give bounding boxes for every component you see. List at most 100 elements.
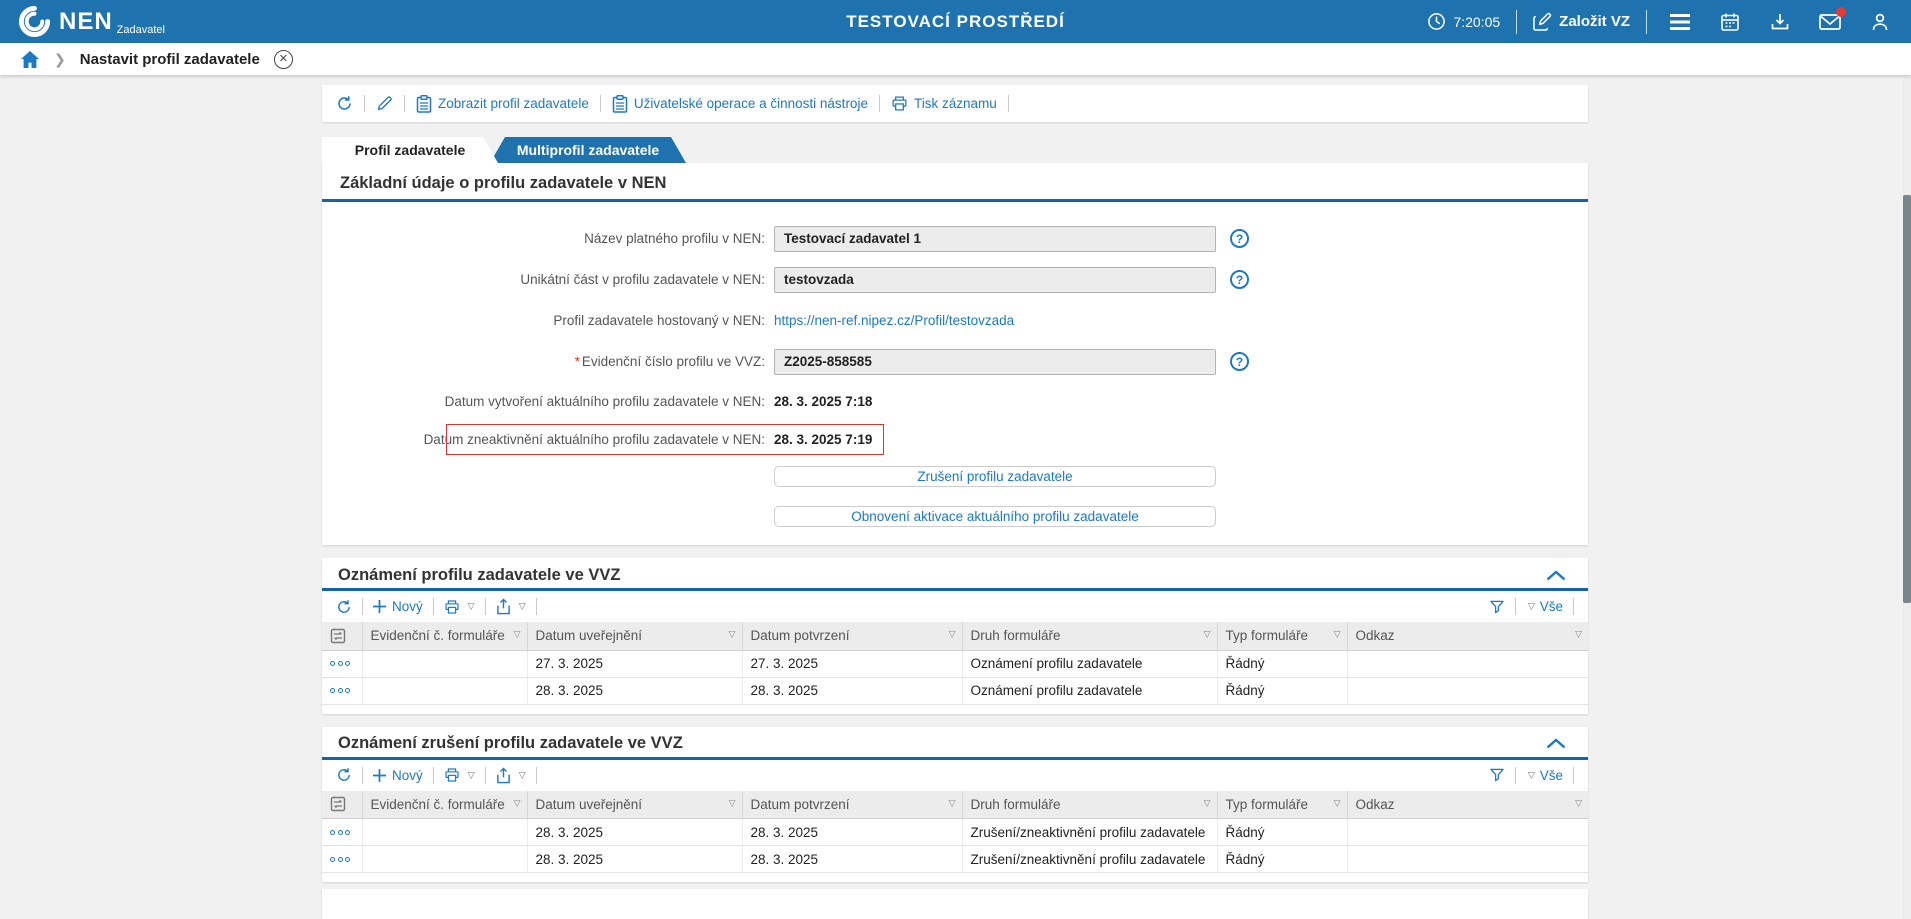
filter-caret-icon[interactable]: ▽	[949, 798, 956, 809]
row-menu-button[interactable]	[330, 857, 354, 862]
help-icon[interactable]: ?	[1230, 270, 1249, 289]
refresh-button[interactable]	[336, 95, 353, 112]
filter-caret-icon[interactable]: ▽	[1334, 798, 1341, 809]
vvz-notices-panel: Oznámení profilu zadavatele ve VVZ Nový …	[322, 558, 1588, 714]
table-row[interactable]: 28. 3. 2025 28. 3. 2025 Zrušení/zneaktiv…	[322, 819, 1588, 846]
column-header[interactable]: Typ formuláře▽	[1217, 622, 1347, 650]
export-menu-button[interactable]: ▽	[496, 598, 526, 615]
column-header[interactable]: Datum uveřejnění▽	[527, 622, 742, 650]
create-vz-button[interactable]: Založit VZ	[1533, 12, 1630, 31]
close-page-button[interactable]: ✕	[274, 50, 293, 69]
app-header: NEN Zadavatel TESTOVACÍ PROSTŘEDÍ 7:20:0…	[0, 0, 1911, 43]
download-icon	[1770, 12, 1790, 32]
create-vz-label: Založit VZ	[1559, 13, 1630, 30]
table-row[interactable]: 27. 3. 2025 27. 3. 2025 Oznámení profilu…	[322, 650, 1588, 677]
view-all-dropdown[interactable]: ▽ Vše	[1526, 599, 1563, 614]
cancel-profile-button[interactable]: Zrušení profilu zadavatele	[774, 466, 1216, 487]
column-header[interactable]: Evidenční č. formuláře▽	[362, 791, 527, 819]
refresh-button[interactable]	[336, 599, 352, 615]
column-header[interactable]: Datum potvrzení▽	[742, 791, 962, 819]
filter-caret-icon[interactable]: ▽	[1204, 798, 1211, 809]
profile-actions: Zrušení profilu zadavatele Obnovení akti…	[774, 466, 1588, 527]
help-icon[interactable]: ?	[1230, 229, 1249, 248]
vertical-scrollbar[interactable]	[1903, 75, 1911, 919]
help-icon[interactable]: ?	[1230, 352, 1249, 371]
filter-button[interactable]	[1489, 767, 1505, 783]
unikatni-cast-input[interactable]: testovzada	[774, 267, 1216, 293]
table-row[interactable]: 28. 3. 2025 28. 3. 2025 Oznámení profilu…	[322, 677, 1588, 704]
printer-icon	[891, 95, 908, 112]
download-button[interactable]	[1763, 5, 1797, 39]
print-menu-button[interactable]: ▽	[444, 767, 475, 783]
user-operations-label: Uživatelské operace a činnosti nástroje	[634, 96, 868, 111]
column-header[interactable]: Druh formuláře▽	[962, 622, 1217, 650]
new-button-label: Nový	[392, 599, 423, 614]
filter-caret-icon[interactable]: ▽	[514, 798, 521, 809]
filter-button[interactable]	[1489, 599, 1505, 615]
column-header[interactable]: Odkaz▽	[1347, 622, 1588, 650]
form-row-datum-zneaktivneni: Datum zneaktivnění aktuálního profilu za…	[322, 420, 1588, 458]
row-menu-button[interactable]	[330, 830, 354, 835]
column-header[interactable]: Odkaz▽	[1347, 791, 1588, 819]
filter-caret-icon[interactable]: ▽	[514, 629, 521, 640]
view-all-dropdown[interactable]: ▽ Vše	[1526, 768, 1563, 783]
restore-activation-button[interactable]: Obnovení aktivace aktuálního profilu zad…	[774, 506, 1216, 527]
filter-caret-icon[interactable]: ▽	[1575, 798, 1582, 809]
filter-caret-icon[interactable]: ▽	[729, 798, 736, 809]
column-header[interactable]: Datum potvrzení▽	[742, 622, 962, 650]
column-header[interactable]: Druh formuláře▽	[962, 791, 1217, 819]
scrollbar-thumb[interactable]	[1903, 195, 1911, 603]
home-button[interactable]	[20, 50, 40, 69]
form-row-nazev: Název platného profilu v NEN: Testovací …	[322, 218, 1588, 259]
print-menu-button[interactable]: ▽	[444, 599, 475, 615]
filter-caret-icon[interactable]: ▽	[949, 629, 956, 640]
chevron-right-icon: ❯	[54, 51, 66, 68]
column-header[interactable]: Datum uveřejnění▽	[527, 791, 742, 819]
server-time: 7:20:05	[1427, 12, 1500, 31]
clipboard-icon	[416, 95, 432, 113]
menu-icon	[1669, 13, 1691, 31]
toolbar-separator	[362, 767, 363, 784]
form-row-datum-vytvoreni: Datum vytvoření aktuálního profilu zadav…	[322, 382, 1588, 420]
toolbar-separator	[362, 598, 363, 615]
tab-multiprofil-zadavatele[interactable]: Multiprofil zadavatele	[490, 137, 686, 163]
edit-record-button[interactable]	[376, 95, 393, 112]
export-menu-button[interactable]: ▽	[496, 767, 526, 784]
dropdown-caret-icon: ▽	[1528, 770, 1535, 781]
view-all-label: Vše	[1540, 599, 1563, 614]
refresh-button[interactable]	[336, 767, 352, 783]
nazev-profilu-input[interactable]: Testovací zadavatel 1	[774, 226, 1216, 252]
column-header[interactable]: Evidenční č. formuláře▽	[362, 622, 527, 650]
column-settings-button[interactable]	[322, 622, 362, 650]
menu-button[interactable]	[1663, 5, 1697, 39]
row-menu-button[interactable]	[330, 661, 354, 666]
toolbar-separator	[536, 598, 537, 615]
row-menu-button[interactable]	[330, 688, 354, 693]
mail-button[interactable]	[1813, 5, 1847, 39]
print-record-link[interactable]: Tisk záznamu	[891, 95, 997, 112]
toolbar-separator	[433, 598, 434, 615]
toolbar-separator	[1515, 767, 1516, 784]
filter-caret-icon[interactable]: ▽	[1204, 629, 1211, 640]
user-button[interactable]	[1863, 5, 1897, 39]
next-section-panel	[322, 889, 1588, 919]
tab-profil-zadavatele[interactable]: Profil zadavatele	[322, 137, 498, 163]
calendar-button[interactable]	[1713, 5, 1747, 39]
filter-caret-icon[interactable]: ▽	[1334, 629, 1341, 640]
toolbar-separator	[364, 95, 365, 112]
filter-caret-icon[interactable]: ▽	[1575, 629, 1582, 640]
column-header[interactable]: Typ formuláře▽	[1217, 791, 1347, 819]
show-profile-link[interactable]: Zobrazit profil zadavatele	[416, 95, 589, 113]
form-row-hostovany-profil: Profil zadavatele hostovaný v NEN: https…	[322, 300, 1588, 341]
user-operations-link[interactable]: Uživatelské operace a činnosti nástroje	[612, 95, 868, 113]
column-settings-button[interactable]	[322, 791, 362, 819]
collapse-button[interactable]	[1546, 570, 1566, 581]
new-button[interactable]: Nový	[373, 768, 423, 783]
profile-url-link[interactable]: https://nen-ref.nipez.cz/Profil/testovza…	[774, 313, 1014, 328]
toolbar-separator	[433, 767, 434, 784]
new-button[interactable]: Nový	[373, 599, 423, 614]
evidencni-cislo-input[interactable]: Z2025-858585	[774, 349, 1216, 375]
table-row[interactable]: 28. 3. 2025 28. 3. 2025 Zrušení/zneaktiv…	[322, 846, 1588, 873]
collapse-button[interactable]	[1546, 738, 1566, 749]
filter-caret-icon[interactable]: ▽	[729, 629, 736, 640]
